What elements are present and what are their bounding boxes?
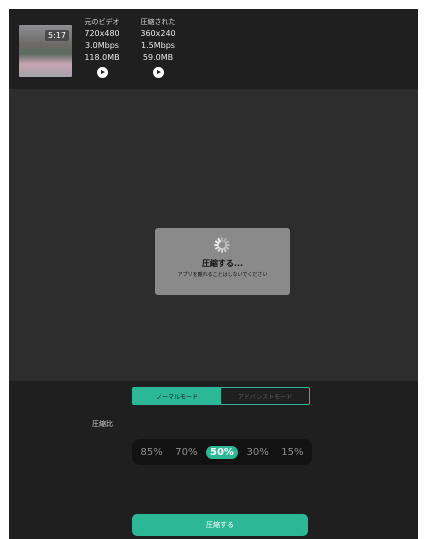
ratio-option-70[interactable]: 70% [171,446,201,459]
advanced-mode-tab[interactable]: アドバンストモード [221,388,309,404]
ratio-option-85[interactable]: 85% [137,446,167,459]
dialog-title: 圧縮する... [201,259,244,268]
ratio-option-30[interactable]: 30% [242,446,272,459]
duration-badge: 5:17 [45,30,69,41]
ratio-option-15[interactable]: 15% [277,446,307,459]
compressed-video-info: 圧縮された 360x240 1.5Mbps 59.0MB [134,16,182,78]
original-size: 118.0MB [84,53,120,62]
video-thumbnail[interactable]: 5:17 [19,25,72,77]
original-resolution: 720x480 [84,29,120,38]
compressed-resolution: 360x240 [140,29,176,38]
ratio-option-50[interactable]: 50% [206,445,238,459]
original-video-info: 元のビデオ 720x480 3.0Mbps 118.0MB [79,16,125,78]
video-info-bar: 5:17 元のビデオ 720x480 3.0Mbps 118.0MB 圧縮された… [9,9,418,89]
compressed-size: 59.0MB [142,53,174,62]
spinner-spoke [221,248,223,253]
compression-ratio-selector: 85% 70% 50% 30% 15% [132,439,312,465]
play-original-icon[interactable] [96,67,108,78]
app-screen: 5:17 元のビデオ 720x480 3.0Mbps 118.0MB 圧縮された… [9,9,418,539]
dialog-message: アプリを離れることはしないでください [177,272,268,278]
compressed-bitrate: 1.5Mbps [141,41,175,50]
original-bitrate: 3.0Mbps [85,41,119,50]
original-video-label: 元のビデオ [84,18,120,26]
compressed-video-label: 圧縮された [140,18,176,26]
play-compressed-icon[interactable] [152,67,164,78]
spinner-icon [214,237,230,253]
settings-panel: ノーマルモード アドバンストモード 圧縮比 85% 70% 50% 30% 15… [9,381,418,539]
compress-button[interactable]: 圧縮する [132,514,308,536]
compression-ratio-label: 圧縮比 [92,420,113,428]
normal-mode-tab[interactable]: ノーマルモード [133,388,221,404]
mode-toggle: ノーマルモード アドバンストモード [132,387,310,405]
compress-progress-dialog: 圧縮する... アプリを離れることはしないでください [155,228,290,295]
